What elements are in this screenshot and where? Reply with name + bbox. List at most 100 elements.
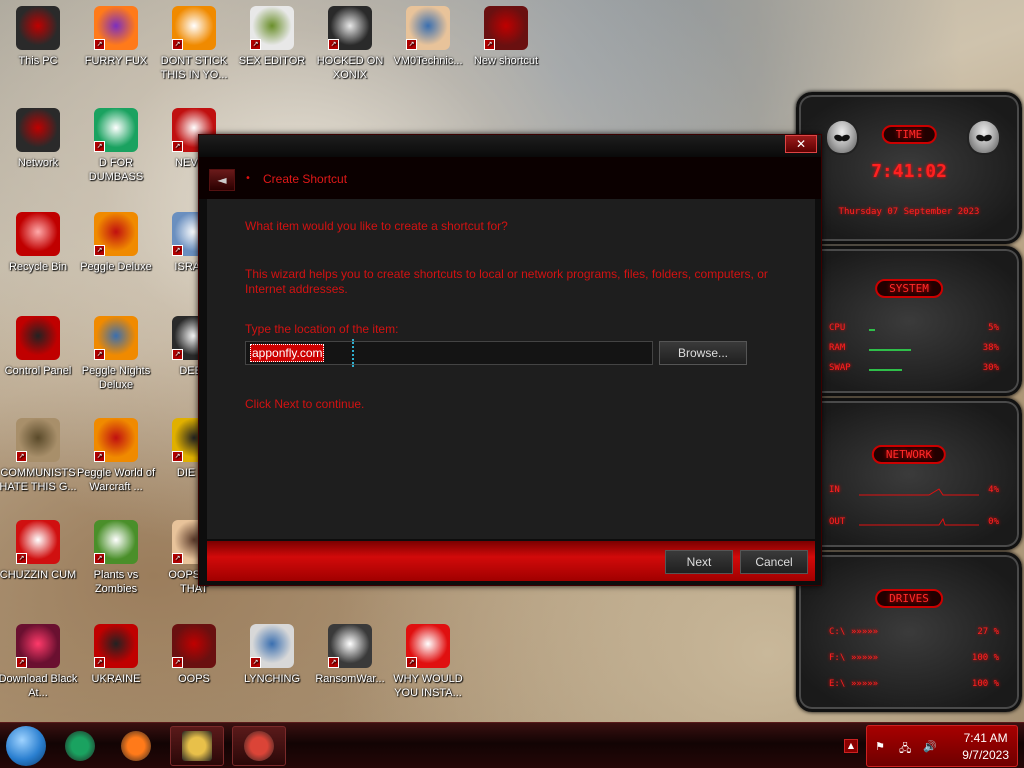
desktop-icon[interactable]: Control Panel	[0, 316, 78, 378]
desktop-icon-label: VM0Technic...	[393, 55, 463, 67]
date-value: Thursday 07 September 2023	[838, 207, 980, 217]
desktop-icon[interactable]: ↗ Peggle Nights Deluxe	[76, 316, 156, 392]
next-button[interactable]: Next	[665, 550, 733, 574]
drive-usage-bar: »»»»»	[851, 679, 879, 689]
volume-icon[interactable]: 🔊	[923, 740, 937, 753]
system-label: SYSTEM	[875, 279, 943, 298]
flag-icon[interactable]: ⚑	[875, 740, 885, 753]
system-tray: ⚑ 🖧 🔊 7:41 AM 9/7/2023	[866, 725, 1018, 767]
desktop-icon[interactable]: ↗ UKRAINE	[76, 624, 156, 686]
desktop-icon[interactable]: ↗ CHUZZIN CUM	[0, 520, 78, 582]
app-icon: ↗	[406, 6, 450, 50]
shortcut-arrow-icon: ↗	[16, 657, 27, 668]
app-icon: ↗	[16, 520, 60, 564]
browse-button[interactable]: Browse...	[659, 341, 747, 365]
question-text: What item would you like to create a sho…	[245, 219, 508, 233]
shortcut-arrow-icon: ↗	[94, 39, 105, 50]
ram-value: 38%	[982, 343, 999, 353]
desktop-icon[interactable]: Recycle Bin	[0, 212, 78, 274]
cancel-button[interactable]: Cancel	[740, 550, 808, 574]
desktop-icon-label: Download Black At...	[0, 673, 78, 699]
app-icon: ↗	[94, 316, 138, 360]
network-label: NETWORK	[871, 445, 947, 464]
network-icon[interactable]: 🖧	[899, 740, 911, 759]
taskbar-chrome[interactable]	[232, 726, 286, 766]
shortcut-arrow-icon: ↗	[172, 451, 183, 462]
shortcut-arrow-icon: ↗	[172, 39, 183, 50]
desktop-icon[interactable]: ↗ DONT STICK THIS IN YO...	[154, 6, 234, 82]
desktop-icon[interactable]: ↗ COMMUNISTS HATE THIS G...	[0, 418, 78, 494]
desktop-icon[interactable]: ↗ VM0Technic...	[388, 6, 468, 68]
clock-time: 7:41 AM	[963, 731, 1008, 745]
wizard-footer: Next Cancel	[207, 541, 815, 581]
app-icon: ↗	[94, 418, 138, 462]
bullet-icon: •	[245, 173, 251, 184]
desktop-icon-label: This PC	[18, 55, 58, 67]
drive-usage-value: 27 %	[977, 627, 999, 637]
time-panel: TIME 7:41:02 Thursday 07 September 2023	[796, 92, 1022, 244]
desktop-icon[interactable]: ↗ HOCKED ON XONIX	[310, 6, 390, 82]
desktop-icon-label: Peggle Nights Deluxe	[81, 365, 151, 391]
drive-name: E:\	[829, 679, 846, 689]
location-input[interactable]: apponfly.com	[245, 339, 653, 367]
drive-name: F:\	[829, 653, 846, 663]
desktop-icon-label: Peggle World of Warcraft ...	[76, 467, 156, 493]
desktop-icon-label: LYNCHING	[243, 673, 301, 685]
desktop-icon-label: COMMUNISTS HATE THIS G...	[0, 467, 77, 493]
swap-bar	[869, 369, 902, 371]
app-icon: ↗	[172, 6, 216, 50]
close-button[interactable]: ✕	[785, 135, 817, 153]
desktop-icon-label: OOPS	[178, 673, 210, 685]
taskbar-firefox[interactable]	[114, 726, 158, 766]
shortcut-arrow-icon: ↗	[94, 349, 105, 360]
desktop-icon[interactable]: ↗ Peggle Deluxe	[76, 212, 156, 274]
desktop-icon[interactable]: ↗ FURRY FUX	[76, 6, 156, 68]
time-label: TIME	[881, 125, 937, 144]
ram-bar	[869, 349, 911, 351]
cpu-value: 5%	[988, 323, 999, 333]
desktop-icon[interactable]: ↗ WHY WOULD YOU INSTA...	[388, 624, 468, 700]
shortcut-arrow-icon: ↗	[250, 657, 261, 668]
description-text: This wizard helps you to create shortcut…	[245, 267, 768, 296]
chrome-icon	[244, 731, 274, 761]
taskbar-file-explorer[interactable]	[170, 726, 224, 766]
drive-usage-bar: »»»»»	[851, 653, 879, 663]
desktop-icon-label: Peggle Deluxe	[80, 261, 152, 273]
shortcut-arrow-icon: ↗	[484, 39, 495, 50]
cpu-bar	[869, 329, 875, 331]
time-value: 7:41:02	[871, 161, 947, 182]
shortcut-arrow-icon: ↗	[172, 349, 183, 360]
desktop-icon[interactable]: ↗ Download Black At...	[0, 624, 78, 700]
tray-expand-icon[interactable]: ▲	[844, 739, 858, 753]
desktop-icon-label: SEX EDITOR	[238, 55, 306, 67]
desktop-icon[interactable]: Network	[0, 108, 78, 170]
net-in-value: 4%	[988, 485, 999, 495]
location-label: Type the location of the item:	[245, 322, 399, 336]
desktop-icon[interactable]: ↗ Peggle World of Warcraft ...	[76, 418, 156, 494]
drive-name: C:\	[829, 627, 846, 637]
desktop-icon[interactable]: ↗ D FOR DUMBASS	[76, 108, 156, 184]
shortcut-arrow-icon: ↗	[172, 657, 183, 668]
desktop-icon[interactable]: ↗ RansomWar...	[310, 624, 390, 686]
desktop-icon[interactable]: ↗ LYNCHING	[232, 624, 312, 686]
desktop-icon[interactable]: ↗ OOPS	[154, 624, 234, 686]
dialog-titlebar[interactable]: ✕	[199, 135, 821, 157]
app-icon: ↗	[94, 6, 138, 50]
continue-hint: Click Next to continue.	[245, 397, 365, 411]
desktop-icon-label: Recycle Bin	[8, 261, 68, 273]
desktop-icon[interactable]: ↗ Plants vs Zombies	[76, 520, 156, 596]
taskbar-dfordumbass-app[interactable]	[58, 726, 102, 766]
app-icon: ↗	[250, 624, 294, 668]
back-button[interactable]: ◄	[209, 169, 235, 191]
clock[interactable]: 7:41 AM 9/7/2023	[962, 730, 1009, 764]
desktop-icon[interactable]: ↗ New shortcut	[466, 6, 546, 68]
shortcut-arrow-icon: ↗	[94, 451, 105, 462]
desktop-icon[interactable]: ↗ SEX EDITOR	[232, 6, 312, 68]
shortcut-arrow-icon: ↗	[16, 451, 27, 462]
network-panel: NETWORK IN 4% OUT 0%	[796, 398, 1022, 550]
taskbar-start-orb[interactable]	[6, 726, 46, 766]
desktop-icon[interactable]: This PC	[0, 6, 78, 68]
app-icon: ↗	[94, 624, 138, 668]
desktop-icon-label: D FOR DUMBASS	[88, 157, 144, 183]
app-icon: ↗	[328, 624, 372, 668]
